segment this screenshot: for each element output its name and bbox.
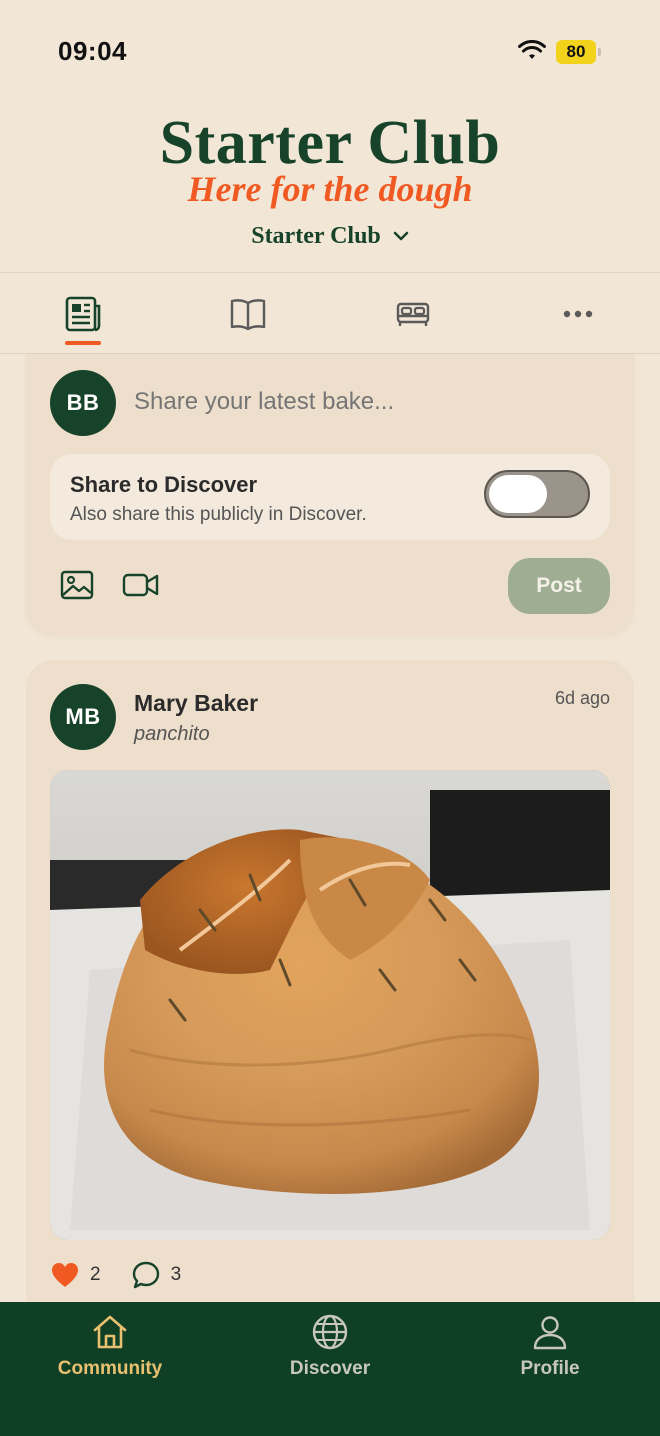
nav-label: Community bbox=[57, 1358, 163, 1379]
bottom-navigation: Community Discover Profile bbox=[0, 1302, 660, 1436]
nav-profile[interactable]: Profile bbox=[440, 1312, 660, 1380]
club-selector[interactable]: Starter Club bbox=[0, 222, 660, 250]
video-icon[interactable] bbox=[122, 570, 160, 600]
status-time: 09:04 bbox=[58, 36, 127, 66]
home-icon bbox=[93, 1315, 127, 1349]
toggle-knob bbox=[489, 475, 547, 513]
newspaper-icon bbox=[65, 296, 100, 332]
app-tagline: Here for the dough bbox=[187, 169, 473, 209]
like-count: 2 bbox=[90, 1264, 101, 1285]
share-description: Also share this publicly in Discover. bbox=[70, 504, 367, 525]
post-input[interactable] bbox=[134, 388, 594, 416]
tab-more[interactable] bbox=[495, 273, 660, 355]
post-photo[interactable] bbox=[50, 770, 610, 1240]
post-actions: 2 3 bbox=[50, 1258, 181, 1292]
share-to-discover-row: Share to Discover Also share this public… bbox=[50, 454, 610, 540]
bed-icon bbox=[396, 302, 429, 326]
avatar[interactable]: MB bbox=[50, 684, 116, 750]
post-subtitle: panchito bbox=[134, 723, 210, 745]
post-composer: BB Share to Discover Also share this pub… bbox=[26, 354, 634, 636]
user-icon bbox=[533, 1316, 567, 1350]
feed-post: MB Mary Baker panchito 6d ago 2 3 bbox=[26, 660, 634, 1320]
chevron-down-icon bbox=[393, 232, 409, 241]
post-author[interactable]: Mary Baker bbox=[134, 690, 258, 717]
post-button[interactable]: Post bbox=[508, 558, 610, 614]
tab-rest[interactable] bbox=[330, 273, 495, 355]
wifi-icon bbox=[518, 40, 546, 59]
nav-label: Discover bbox=[289, 1358, 371, 1379]
nav-label: Profile bbox=[520, 1358, 580, 1379]
bread-photo-illustration bbox=[50, 770, 610, 1240]
nav-discover[interactable]: Discover bbox=[220, 1312, 440, 1380]
post-timestamp: 6d ago bbox=[554, 688, 610, 708]
section-tabs bbox=[0, 272, 660, 354]
tab-feed[interactable] bbox=[0, 273, 165, 355]
avatar: BB bbox=[50, 370, 116, 436]
nav-community[interactable]: Community bbox=[0, 1312, 220, 1380]
comment-icon[interactable] bbox=[131, 1260, 161, 1290]
more-icon bbox=[563, 310, 592, 318]
share-toggle[interactable] bbox=[484, 470, 590, 518]
active-tab-indicator bbox=[65, 341, 101, 345]
battery-indicator: 80 bbox=[556, 40, 601, 64]
book-icon bbox=[230, 299, 265, 331]
tab-recipes[interactable] bbox=[165, 273, 330, 355]
image-icon[interactable] bbox=[60, 570, 94, 600]
share-title: Share to Discover bbox=[70, 472, 258, 497]
comment-count: 3 bbox=[170, 1264, 182, 1285]
status-bar: 09:04 80 bbox=[0, 0, 660, 100]
club-name: Starter Club bbox=[251, 222, 381, 249]
globe-icon bbox=[312, 1314, 348, 1350]
heart-icon[interactable] bbox=[50, 1261, 80, 1289]
